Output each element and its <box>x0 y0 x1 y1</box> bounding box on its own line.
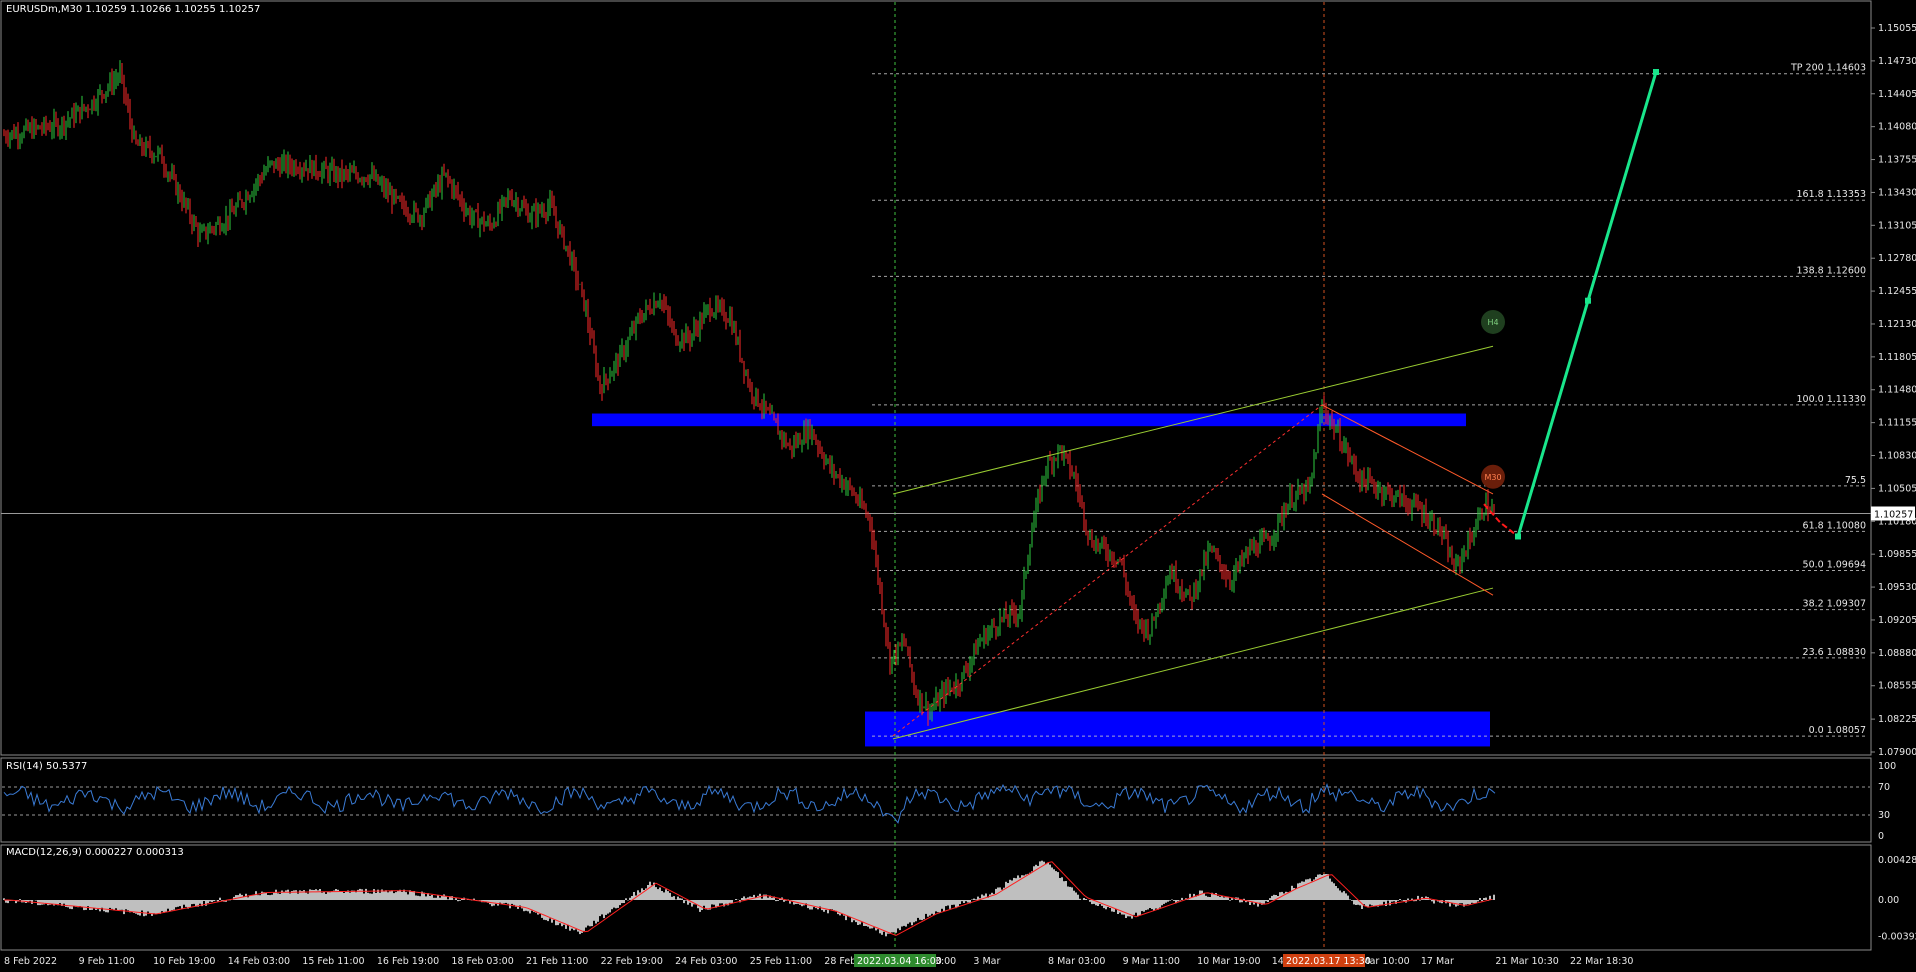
chart-canvas[interactable]: TP 200 1.14603 161.8 1.13353 138.8 1.12600… <box>0 0 1916 972</box>
rsi-panel-border <box>0 757 1872 843</box>
time-axis-label: 22 Feb 19:00 <box>601 956 663 967</box>
rsi-tick-label: 0 <box>1878 831 1884 842</box>
demand-zone <box>865 711 1490 747</box>
time-axis-label: 9 Feb 11:00 <box>79 956 135 967</box>
rsi-tick-label: 70 <box>1878 782 1890 793</box>
projection-node <box>1585 297 1591 304</box>
fib-level-label: 138.8 1.12600 <box>1796 265 1866 276</box>
price-tick-label: 1.08555 <box>1878 681 1916 692</box>
time-axis-label: 25 Feb 11:00 <box>750 956 812 967</box>
price-tick-label: 1.09855 <box>1878 549 1916 560</box>
price-tick-label: 1.14730 <box>1878 56 1916 67</box>
time-axis-label: 10 Feb 19:00 <box>153 956 215 967</box>
price-tick-label: 1.14405 <box>1878 89 1916 100</box>
price-tick-label: 1.12130 <box>1878 319 1916 330</box>
price-tick-label: 1.09530 <box>1878 582 1916 593</box>
price-tick-label: 1.13755 <box>1878 155 1916 166</box>
m30-badge-label: M30 <box>1484 473 1501 482</box>
price-tick-label: 1.12780 <box>1878 253 1916 264</box>
time-axis-label: 10 Mar 19:00 <box>1197 956 1260 967</box>
rsi-tick-label: 100 <box>1878 761 1896 772</box>
price-tick-label: 1.10505 <box>1878 483 1916 494</box>
price-tick-label: 1.12455 <box>1878 286 1916 297</box>
fib-level-label: 161.8 1.13353 <box>1796 189 1866 200</box>
macd-tick-label: 0.00 <box>1878 895 1899 906</box>
time-axis-label: 22 Mar 18:30 <box>1570 956 1633 967</box>
fib-level-label: 61.8 1.10080 <box>1803 520 1866 531</box>
time-axis-label: 8 Mar 03:00 <box>1048 956 1105 967</box>
rsi-line <box>3 783 1496 824</box>
price-tick-label: 1.13105 <box>1878 220 1916 231</box>
projection-node <box>1653 69 1659 76</box>
price-tick-label: 1.07900 <box>1878 747 1916 758</box>
fib-level-label: 0.0 1.08057 <box>1809 725 1866 736</box>
fib-level-label: 50.0 1.09694 <box>1803 559 1866 570</box>
short-term-down-arrow <box>1483 503 1519 538</box>
time-axis-label: 3 Mar <box>973 956 1000 967</box>
price-tick-label: 1.15055 <box>1878 23 1916 34</box>
rsi-tick-label: 30 <box>1878 810 1890 821</box>
fib-level-label: TP 200 1.14603 <box>1790 63 1866 74</box>
time-highlight-1: 2022.03.04 16:00 <box>857 956 942 967</box>
time-axis-label: 15 Feb 11:00 <box>302 956 364 967</box>
time-axis-label: 9 Mar 11:00 <box>1123 956 1180 967</box>
macd-tick-label: 0.004283 <box>1878 855 1916 866</box>
price-tick-label: 1.11805 <box>1878 352 1916 363</box>
h4-badge-label: H4 <box>1487 318 1498 327</box>
time-axis-label: 16 Feb 19:00 <box>377 956 439 967</box>
price-tick-label: 1.08225 <box>1878 714 1916 725</box>
price-tick-label: 1.08880 <box>1878 648 1916 659</box>
fib-level-label: 38.2 1.09307 <box>1803 599 1866 610</box>
bullish-projection-line <box>1516 71 1658 537</box>
rsi-panel-title: RSI(14) 50.5377 <box>6 761 88 772</box>
macd-tick-label: -0.003921 <box>1878 932 1916 943</box>
time-axis-label: 14 Feb 03:00 <box>228 956 290 967</box>
main-panel-title: EURUSDm,M30 1.10259 1.10266 1.10255 1.10… <box>6 4 261 15</box>
time-axis-label: 18 Feb 03:00 <box>451 956 513 967</box>
price-tick-label: 1.11480 <box>1878 385 1916 396</box>
price-tick-label: 1.11155 <box>1878 418 1916 429</box>
projection-node <box>1515 533 1521 540</box>
price-tick-label: 1.14080 <box>1878 122 1916 133</box>
main-panel-border <box>0 0 1872 756</box>
price-tick-label: 1.10830 <box>1878 451 1916 462</box>
macd-panel-title: MACD(12,26,9) 0.000227 0.000313 <box>6 847 184 858</box>
time-axis-label: 8 Feb 2022 <box>4 956 57 967</box>
time-axis-label: 17 Mar <box>1421 956 1454 967</box>
current-price-label: 1.10257 <box>1874 509 1913 520</box>
time-axis-label: 21 Feb 11:00 <box>526 956 588 967</box>
fib-level-label: 100.0 1.11330 <box>1796 394 1866 405</box>
time-axis-label: 24 Feb 03:00 <box>675 956 737 967</box>
fib-level-label: 23.6 1.08830 <box>1803 647 1866 658</box>
time-axis-label: 21 Mar 10:30 <box>1495 956 1558 967</box>
time-highlight-2: 2022.03.17 13:30 <box>1286 956 1371 967</box>
price-tick-label: 1.13430 <box>1878 187 1916 198</box>
price-tick-label: 1.09205 <box>1878 615 1916 626</box>
supply-zone <box>592 413 1466 427</box>
fib-level-label: 75.5 <box>1845 475 1866 486</box>
